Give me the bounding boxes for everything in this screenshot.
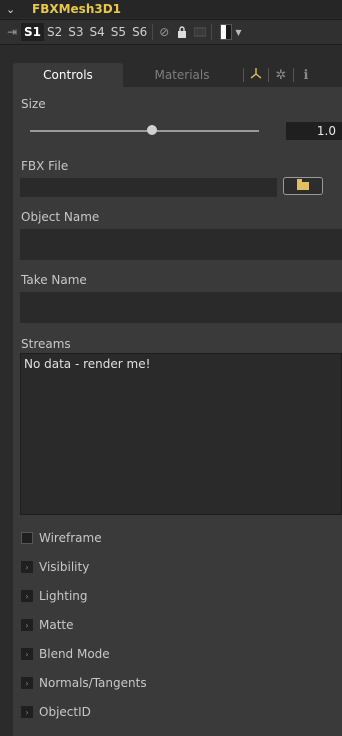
section-lighting[interactable]: › Lighting <box>21 589 88 603</box>
size-input[interactable]: 1.0 <box>286 122 342 140</box>
section-blend-mode[interactable]: › Blend Mode <box>21 647 110 661</box>
expand-icon[interactable]: › <box>21 590 33 602</box>
size-label: Size <box>21 97 46 111</box>
tab-icon-group: ✲ ℹ <box>243 63 318 87</box>
object-name-label: Object Name <box>21 210 100 224</box>
slot-s3[interactable]: S3 <box>65 23 86 41</box>
slot-s1[interactable]: S1 <box>21 23 44 41</box>
expand-icon[interactable]: › <box>21 619 33 631</box>
section-matte[interactable]: › Matte <box>21 618 74 632</box>
streams-text: No data - render me! <box>24 357 151 371</box>
toolbar-divider <box>152 24 154 40</box>
section-label: Visibility <box>39 560 90 574</box>
transform-axes-icon[interactable] <box>244 66 268 84</box>
section-normals-tangents[interactable]: › Normals/Tangents <box>21 676 147 690</box>
slot-s4[interactable]: S4 <box>87 23 108 41</box>
toolbar-divider <box>211 24 213 40</box>
lock-icon[interactable] <box>173 23 191 41</box>
controls-panel: Size 1.0 FBX File Object Name Take Name … <box>13 87 342 736</box>
section-label: Matte <box>39 618 74 632</box>
browse-file-button[interactable] <box>283 177 323 195</box>
tool-header[interactable]: ⌄ FBXMesh3D1 <box>0 0 342 18</box>
color-tag-icon[interactable] <box>191 23 209 41</box>
wireframe-checkbox[interactable] <box>21 532 33 544</box>
take-name-input[interactable] <box>20 292 342 323</box>
expand-icon[interactable]: › <box>21 706 33 718</box>
disable-icon[interactable]: ⊘ <box>155 23 173 41</box>
folder-icon <box>297 179 309 190</box>
inspector-tabs: Controls Materials ✲ ℹ <box>0 61 342 87</box>
section-label: Normals/Tangents <box>39 676 147 690</box>
slot-s5[interactable]: S5 <box>108 23 129 41</box>
tab-materials[interactable]: Materials <box>127 63 237 87</box>
pin-icon[interactable]: ⇥ <box>3 25 21 39</box>
take-name-label: Take Name <box>21 273 87 287</box>
section-label: Blend Mode <box>39 647 110 661</box>
streams-label: Streams <box>21 337 71 351</box>
fbx-file-label: FBX File <box>21 159 69 173</box>
section-visibility[interactable]: › Visibility <box>21 560 89 574</box>
streams-textarea[interactable]: No data - render me! <box>20 353 342 515</box>
size-slider-thumb[interactable] <box>147 125 157 135</box>
chevron-down-icon[interactable]: ▼ <box>235 28 241 37</box>
slot-s2[interactable]: S2 <box>44 23 65 41</box>
expand-icon[interactable]: › <box>21 677 33 689</box>
expand-icon[interactable]: › <box>21 648 33 660</box>
settings-gear-icon[interactable]: ✲ <box>269 68 293 83</box>
slot-s6[interactable]: S6 <box>129 23 150 41</box>
wireframe-label: Wireframe <box>39 531 102 545</box>
collapse-chevron-icon[interactable]: ⌄ <box>6 3 20 16</box>
tool-toolbar: ⇥ S1 S2 S3 S4 S5 S6 ⊘ ▼ <box>0 19 342 45</box>
section-label: Lighting <box>39 589 88 603</box>
size-slider-track[interactable] <box>30 130 259 132</box>
fbx-file-input[interactable] <box>20 178 277 197</box>
info-icon[interactable]: ℹ <box>294 68 318 83</box>
color-swatch-icon[interactable] <box>220 24 233 40</box>
section-objectid[interactable]: › ObjectID <box>21 705 91 719</box>
section-label: ObjectID <box>39 705 91 719</box>
expand-icon[interactable]: › <box>21 561 33 573</box>
tab-controls[interactable]: Controls <box>13 63 123 87</box>
object-name-input[interactable] <box>20 229 342 260</box>
wireframe-checkbox-row[interactable]: Wireframe <box>21 531 102 545</box>
tool-title: FBXMesh3D1 <box>32 2 122 16</box>
